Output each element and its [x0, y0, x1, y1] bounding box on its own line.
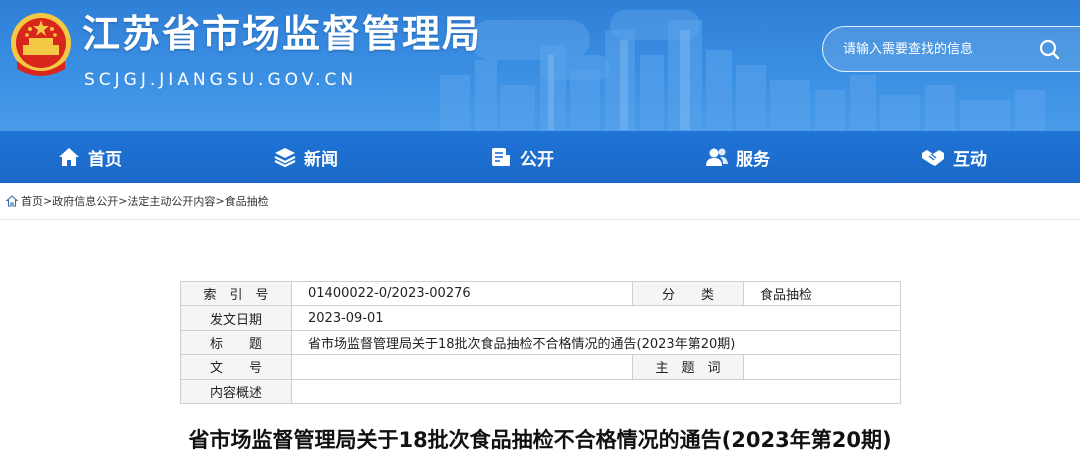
date-label: 发文日期	[180, 305, 292, 331]
national-emblem-logo	[11, 13, 71, 76]
site-title: 江苏省市场监督管理局	[82, 12, 483, 56]
document-info-table: 索 引 号 01400022-0/2023-00276 分 类 食品抽检 发文日…	[180, 280, 901, 404]
doc-no-label: 文 号	[180, 354, 292, 380]
summary-label: 内容概述	[180, 378, 292, 404]
search-input[interactable]	[843, 36, 1033, 62]
table-row: 发文日期 2023-09-01	[180, 305, 901, 331]
breadcrumb: 首页>政府信息公开>法定主动公开内容>食品抽检	[0, 183, 1080, 219]
breadcrumb-item-food-inspection[interactable]: 食品抽检	[225, 195, 269, 208]
nav-label-news: 新闻	[304, 149, 338, 170]
breadcrumb-home-icon	[6, 195, 18, 207]
keywords-value	[743, 354, 901, 380]
category-label: 分 类	[632, 280, 744, 307]
title-label: 标 题	[180, 329, 292, 356]
users-icon	[706, 148, 728, 166]
main-nav: 首页 新闻 公开 服务 互动	[0, 131, 1080, 183]
nav-item-interact[interactable]: 互动	[921, 131, 987, 183]
document-icon	[492, 148, 510, 166]
keywords-label: 主 题 词	[632, 354, 744, 380]
nav-item-public[interactable]: 公开	[490, 131, 554, 183]
site-header: 江苏省市场监督管理局 SCJGJ.JIANGSU.GOV.CN	[0, 0, 1080, 131]
breadcrumb-separator: >	[43, 194, 53, 208]
table-row: 标 题 省市场监督管理局关于18批次食品抽检不合格情况的通告(2023年第20期…	[180, 329, 901, 356]
table-row: 内容概述	[180, 378, 901, 404]
nav-item-news[interactable]: 新闻	[274, 131, 338, 183]
article-title: 省市场监督管理局关于18批次食品抽检不合格情况的通告(2023年第20期)	[188, 428, 892, 452]
nav-item-home[interactable]: 首页	[58, 131, 122, 183]
nav-label-interact: 互动	[953, 149, 987, 170]
table-row: 索 引 号 01400022-0/2023-00276 分 类 食品抽检	[180, 280, 901, 307]
layers-icon	[274, 148, 296, 167]
nav-label-public: 公开	[520, 149, 554, 170]
site-url: SCJGJ.JIANGSU.GOV.CN	[84, 70, 358, 90]
search-box	[822, 26, 1080, 72]
index-label: 索 引 号	[180, 280, 292, 307]
handshake-icon	[922, 150, 944, 166]
table-row: 文 号 主 题 词	[180, 354, 901, 380]
nav-item-service[interactable]: 服务	[706, 131, 770, 183]
breadcrumb-separator: >	[215, 194, 225, 208]
nav-label-home: 首页	[88, 149, 122, 170]
breadcrumb-item-gov-info[interactable]: 政府信息公开	[52, 195, 118, 208]
summary-value	[291, 378, 901, 404]
doc-no-value	[291, 354, 633, 380]
category-value: 食品抽检	[743, 280, 901, 307]
divider	[0, 219, 1080, 220]
nav-label-service: 服务	[736, 149, 770, 170]
search-icon[interactable]	[1037, 37, 1063, 63]
breadcrumb-item-statutory[interactable]: 法定主动公开内容	[127, 195, 215, 208]
breadcrumb-item-home[interactable]: 首页	[21, 195, 43, 208]
date-value: 2023-09-01	[291, 305, 901, 331]
home-icon	[59, 148, 79, 166]
title-value: 省市场监督管理局关于18批次食品抽检不合格情况的通告(2023年第20期)	[291, 329, 901, 356]
index-value: 01400022-0/2023-00276	[291, 280, 633, 307]
